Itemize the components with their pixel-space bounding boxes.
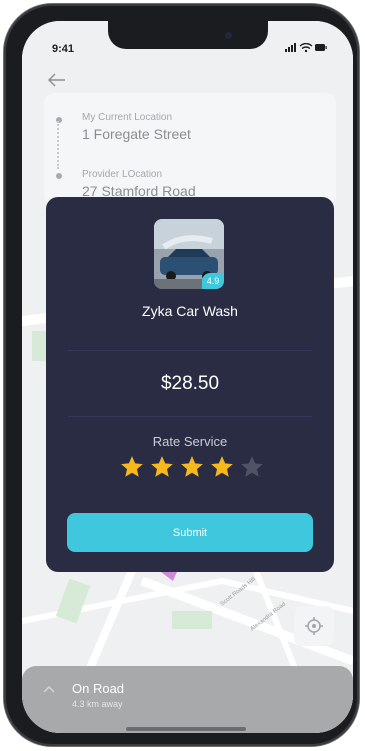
star-empty-icon[interactable] [239,454,265,480]
rate-service-label: Rate Service [152,434,228,449]
trip-status-title: On Road [72,681,125,696]
star-filled-icon[interactable] [209,454,235,480]
signal-icon [285,43,296,52]
route-connector [57,121,59,169]
star-filled-icon[interactable] [179,454,205,480]
trip-distance: 4.3 km away [72,699,123,709]
status-time: 9:41 [52,43,75,55]
star-rating[interactable] [119,454,265,480]
arrow-left-icon[interactable] [48,73,66,87]
locate-icon [305,617,323,635]
device-notch [108,21,268,49]
home-indicator [126,727,246,731]
provider-thumbnail: 4.9 [154,219,224,289]
service-price: $28.50 [160,373,220,394]
provider-location-dot [56,173,62,179]
current-location-label: My Current Location [82,112,173,123]
divider [68,350,312,351]
locate-button[interactable] [294,606,334,646]
submit-button[interactable]: Submit [67,513,313,552]
rating-modal: 4.9 Zyka Car Wash $28.50 Rate Service Su… [46,197,334,572]
status-icons [285,42,327,55]
provider-rating-badge: 4.9 [202,273,224,289]
provider-name: Zyka Car Wash [142,303,238,319]
app-screen: Scott Roads Hill Alexandra Road 9:41 My … [22,21,353,733]
status-sheet[interactable]: On Road 4.3 km away [22,666,353,733]
camera-icon [225,32,232,39]
provider-location-label: Provider LOcation [82,169,163,180]
divider [68,416,312,417]
wifi-icon [299,42,313,53]
star-filled-icon[interactable] [149,454,175,480]
battery-icon [315,44,327,51]
phone-frame: Scott Roads Hill Alexandra Road 9:41 My … [4,4,359,746]
current-location-value[interactable]: 1 Foregate Street [82,126,191,142]
star-filled-icon[interactable] [119,454,145,480]
chevron-up-icon[interactable] [42,684,56,694]
